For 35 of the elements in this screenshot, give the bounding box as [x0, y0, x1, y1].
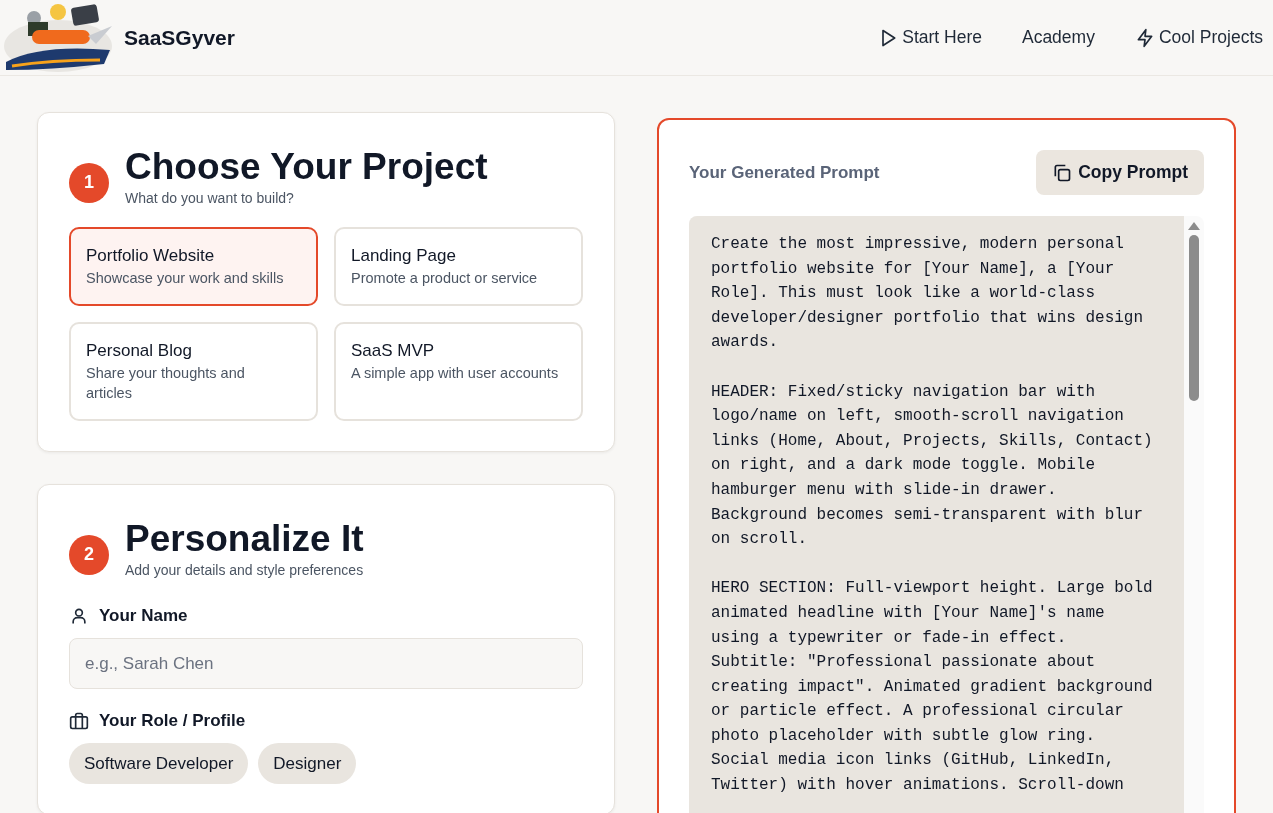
option-title: Personal Blog — [86, 341, 193, 361]
option-description: Promote a product or service — [351, 269, 539, 288]
option-title: SaaS MVP — [351, 341, 436, 361]
role-chip[interactable]: Software Developer — [69, 743, 249, 784]
role-chip[interactable]: Designer — [258, 743, 357, 784]
option-description: Showcase your work and skills — [86, 269, 285, 288]
project-option[interactable]: Portfolio Website Showcase your work and skills — [69, 227, 318, 306]
step-subtitle: What do you want to build? — [125, 190, 295, 206]
prompt-text: Create the most impressive, modern personal portfolio website for [Your Name], a [Your Role]. This must look like a world-class developer/designer portfolio that wins design awards. HEADER: Fixed/sticky navigation bar with logo/name on left, smooth-scroll navigation links (Home, About, Projects, Skills, Contact) on right, and a dark mode toggle. Mobile hamburger menu with slide-in drawer. Background becomes semi-transparent with blur on scroll. HERO SECTION: Full-viewport height. Large bold animated headline with [Your Name]'s name using a typewriter or fade-in effect. Subtitle: "Professional passionate about creating impact". Animated gradient background or particle effect. A professional circular photo placeholder with subtle glow ring. Social media icon links (GitHub, LinkedIn, Twitter) with hover animations. Scroll-down — [689, 216, 1184, 813]
name-input[interactable]: e.g., Sarah Chen — [69, 638, 583, 689]
option-description: A simple app with user accounts — [351, 364, 559, 383]
nav-link[interactable]: Start Here — [878, 27, 982, 48]
briefcase-icon — [69, 711, 89, 731]
option-title: Portfolio Website — [86, 246, 216, 266]
step-number: 1 — [69, 162, 109, 203]
field-label: Your Name — [99, 606, 188, 626]
brand-name[interactable]: SaaSGyver — [124, 25, 879, 50]
step-title: Personalize It — [125, 517, 365, 561]
scrollbar-thumb[interactable] — [1189, 235, 1199, 401]
copy-icon — [1052, 162, 1073, 183]
scroll-up-icon[interactable] — [1188, 222, 1200, 230]
project-option[interactable]: SaaS MVP A simple app with user accounts — [334, 322, 583, 421]
option-description: Share your thoughts and articles — [86, 364, 246, 403]
option-title: Landing Page — [351, 246, 457, 266]
nav-link[interactable]: Cool Projects — [1134, 27, 1263, 48]
step-number: 2 — [69, 534, 109, 575]
person-icon — [69, 606, 89, 626]
step-subtitle: Add your details and style preferences — [125, 562, 365, 578]
field-label: Your Role / Profile — [99, 711, 246, 731]
copy-button[interactable]: Copy Prompt — [1036, 150, 1204, 195]
panel-title: Your Generated Prompt — [689, 162, 880, 183]
nav-link[interactable]: Academy — [1021, 27, 1095, 48]
step-title: Choose Your Project — [125, 145, 489, 189]
project-option[interactable]: Personal Blog Share your thoughts and articles — [69, 322, 318, 421]
project-option[interactable]: Landing Page Promote a product or service — [334, 227, 583, 306]
